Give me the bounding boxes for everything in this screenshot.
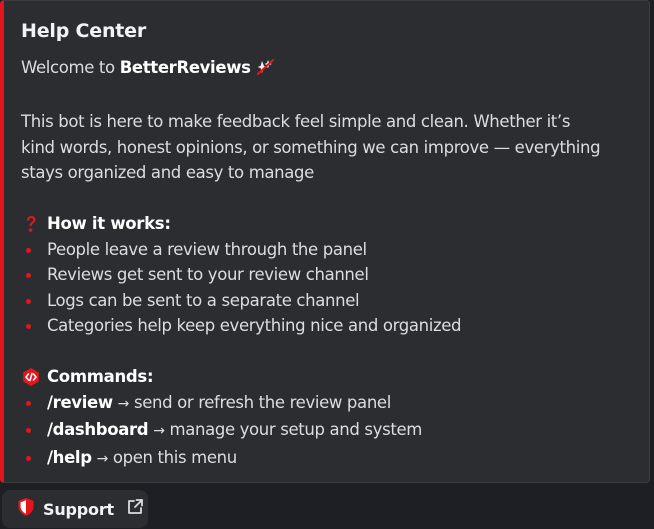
welcome-line: Welcome to BetterReviews xyxy=(21,55,631,84)
welcome-prefix: Welcome to xyxy=(21,58,120,77)
arrow-icon: → xyxy=(96,450,109,467)
arrow-icon: → xyxy=(153,423,165,439)
commands-list: /review → send or refresh the review pan… xyxy=(21,390,631,473)
support-label: Support xyxy=(43,499,114,519)
list-item: Reviews get sent to your review channel xyxy=(21,262,631,288)
external-link-icon xyxy=(126,498,144,520)
list-item: Categories help keep everything nice and… xyxy=(21,313,631,339)
command-name: /help xyxy=(47,447,92,467)
commands-heading: Commands: xyxy=(21,364,631,390)
how-it-works-list: People leave a review through the panel … xyxy=(21,237,631,339)
arrow-icon: → xyxy=(117,395,130,412)
support-button[interactable]: Support xyxy=(2,490,148,528)
command-name: /dashboard xyxy=(47,420,149,439)
code-badge-icon xyxy=(21,367,41,387)
intro-line-3: stays organized and easy to manage xyxy=(21,163,314,182)
intro-line-1: This bot is here to make feedback feel s… xyxy=(21,112,571,131)
question-mark-icon xyxy=(21,214,41,234)
command-item: /dashboard → manage your setup and syste… xyxy=(21,417,631,445)
command-name: /review xyxy=(47,392,113,412)
command-item: /review → send or refresh the review pan… xyxy=(21,390,631,418)
list-item: Logs can be sent to a separate channel xyxy=(21,288,631,314)
command-item: /help → open this menu xyxy=(21,445,631,473)
list-item: People leave a review through the panel xyxy=(21,237,631,263)
how-it-works-title: How it works: xyxy=(47,214,171,233)
sparkle-crossed-icon xyxy=(256,58,275,84)
embed-description: Welcome to BetterReviews This bot is her… xyxy=(21,55,631,472)
brand-name: BetterReviews xyxy=(119,58,251,77)
embed-title: Help Center xyxy=(21,20,147,42)
intro-line-2: kind words, honest opinions, or somethin… xyxy=(21,137,601,157)
help-embed: Help Center Welcome to BetterReviews Thi… xyxy=(0,0,650,483)
embed-content: Help Center Welcome to BetterReviews Thi… xyxy=(21,18,631,472)
commands-title: Commands: xyxy=(47,367,154,386)
command-description: open this menu xyxy=(107,447,237,467)
command-description: send or refresh the review panel xyxy=(129,392,391,412)
how-it-works-heading: How it works: xyxy=(21,211,631,237)
shield-icon xyxy=(17,497,35,521)
command-description: manage your setup and system xyxy=(164,420,422,439)
